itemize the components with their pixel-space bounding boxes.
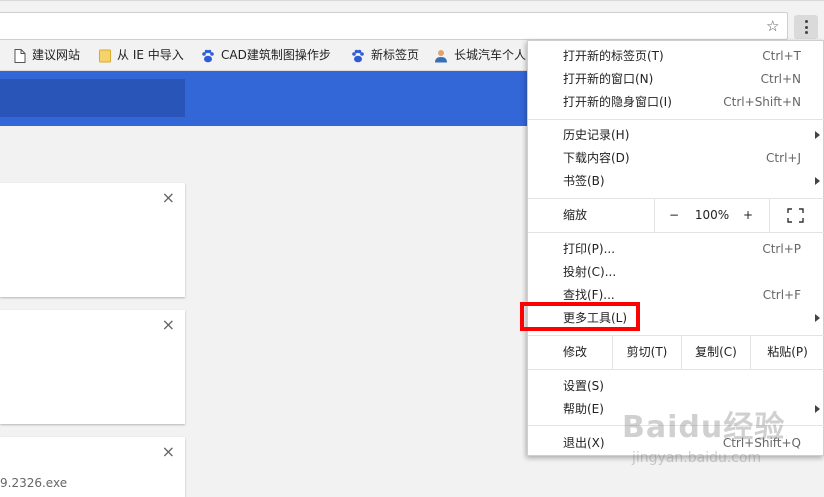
menu-item-downloads[interactable]: 下载内容(D) Ctrl+J xyxy=(528,147,824,169)
copy-button[interactable]: 复制(C) xyxy=(682,336,750,369)
bookmark-item[interactable]: 长城汽车个人 xyxy=(434,46,526,64)
browser-toolbar: ☆ xyxy=(0,0,824,41)
menu-item-new-tab[interactable]: 打开新的标签页(T) Ctrl+T xyxy=(528,45,824,67)
menu-separator xyxy=(528,119,824,120)
edit-label: 修改 xyxy=(563,345,588,359)
menu-dot-icon xyxy=(804,25,808,29)
submenu-arrow-icon xyxy=(815,405,820,413)
baidu-paw-icon xyxy=(202,49,214,62)
download-filename: 9.2326.exe xyxy=(0,476,68,490)
zoom-divider xyxy=(654,199,655,232)
menu-item-new-window[interactable]: 打开新的窗口(N) Ctrl+N xyxy=(528,68,824,90)
edit-row: 修改 剪切(T) 复制(C) 粘贴(P) xyxy=(528,336,824,369)
bookmark-item[interactable]: CAD建筑制图操作步 xyxy=(201,46,331,64)
bookmark-item[interactable]: 建议网站 xyxy=(14,46,80,64)
zoom-label: 缩放 xyxy=(563,208,588,222)
baidu-watermark: Baidu经验 jingyan.baidu.com xyxy=(622,402,786,466)
close-icon[interactable]: × xyxy=(162,443,175,461)
notification-card: × xyxy=(0,310,185,424)
menu-item-cast[interactable]: 投射(C)... xyxy=(528,261,824,283)
bookmark-item[interactable]: 从 IE 中导入 xyxy=(99,46,184,64)
bookmark-star-icon[interactable]: ☆ xyxy=(766,16,779,36)
highlight-box xyxy=(520,302,640,331)
fullscreen-icon[interactable] xyxy=(787,208,804,223)
chrome-main-menu: 打开新的标签页(T) Ctrl+T 打开新的窗口(N) Ctrl+N 打开新的隐身窗… xyxy=(527,40,824,456)
watermark-url: jingyan.baidu.com xyxy=(632,450,762,466)
zoom-divider xyxy=(769,199,770,232)
header-search-box[interactable] xyxy=(0,79,185,117)
menu-item-settings[interactable]: 设置(S) xyxy=(528,375,824,397)
menu-separator xyxy=(528,232,824,233)
menu-separator xyxy=(528,369,824,370)
menu-dot-icon xyxy=(804,20,808,23)
menu-item-history[interactable]: 历史记录(H) xyxy=(528,124,824,146)
notification-card: × xyxy=(0,183,185,297)
page-icon xyxy=(14,48,26,63)
chrome-menu-button[interactable] xyxy=(794,15,818,39)
close-icon[interactable]: × xyxy=(162,316,175,334)
submenu-arrow-icon xyxy=(815,131,820,139)
submenu-arrow-icon xyxy=(815,314,820,322)
zoom-row: 缩放 − 100% + xyxy=(528,199,824,232)
menu-dot-icon xyxy=(804,31,808,34)
paste-button[interactable]: 粘贴(P) xyxy=(751,336,824,369)
cut-button[interactable]: 剪切(T) xyxy=(613,336,681,369)
address-bar[interactable] xyxy=(0,12,788,40)
close-icon[interactable]: × xyxy=(162,189,175,207)
bookmark-item[interactable]: 新标签页 xyxy=(351,46,419,64)
zoom-out-button[interactable]: − xyxy=(664,199,684,232)
folder-icon xyxy=(99,49,111,62)
menu-item-bookmarks[interactable]: 书签(B) xyxy=(528,170,824,192)
zoom-level: 100% xyxy=(694,208,730,222)
zoom-in-button[interactable]: + xyxy=(738,199,758,232)
person-icon xyxy=(435,49,447,62)
baidu-paw-icon xyxy=(352,49,364,62)
submenu-arrow-icon xyxy=(815,177,820,185)
menu-item-new-incognito[interactable]: 打开新的隐身窗口(I) Ctrl+Shift+N xyxy=(528,91,824,113)
menu-item-print[interactable]: 打印(P)... Ctrl+P xyxy=(528,238,824,260)
watermark-logo: Baidu经验 xyxy=(622,410,786,445)
